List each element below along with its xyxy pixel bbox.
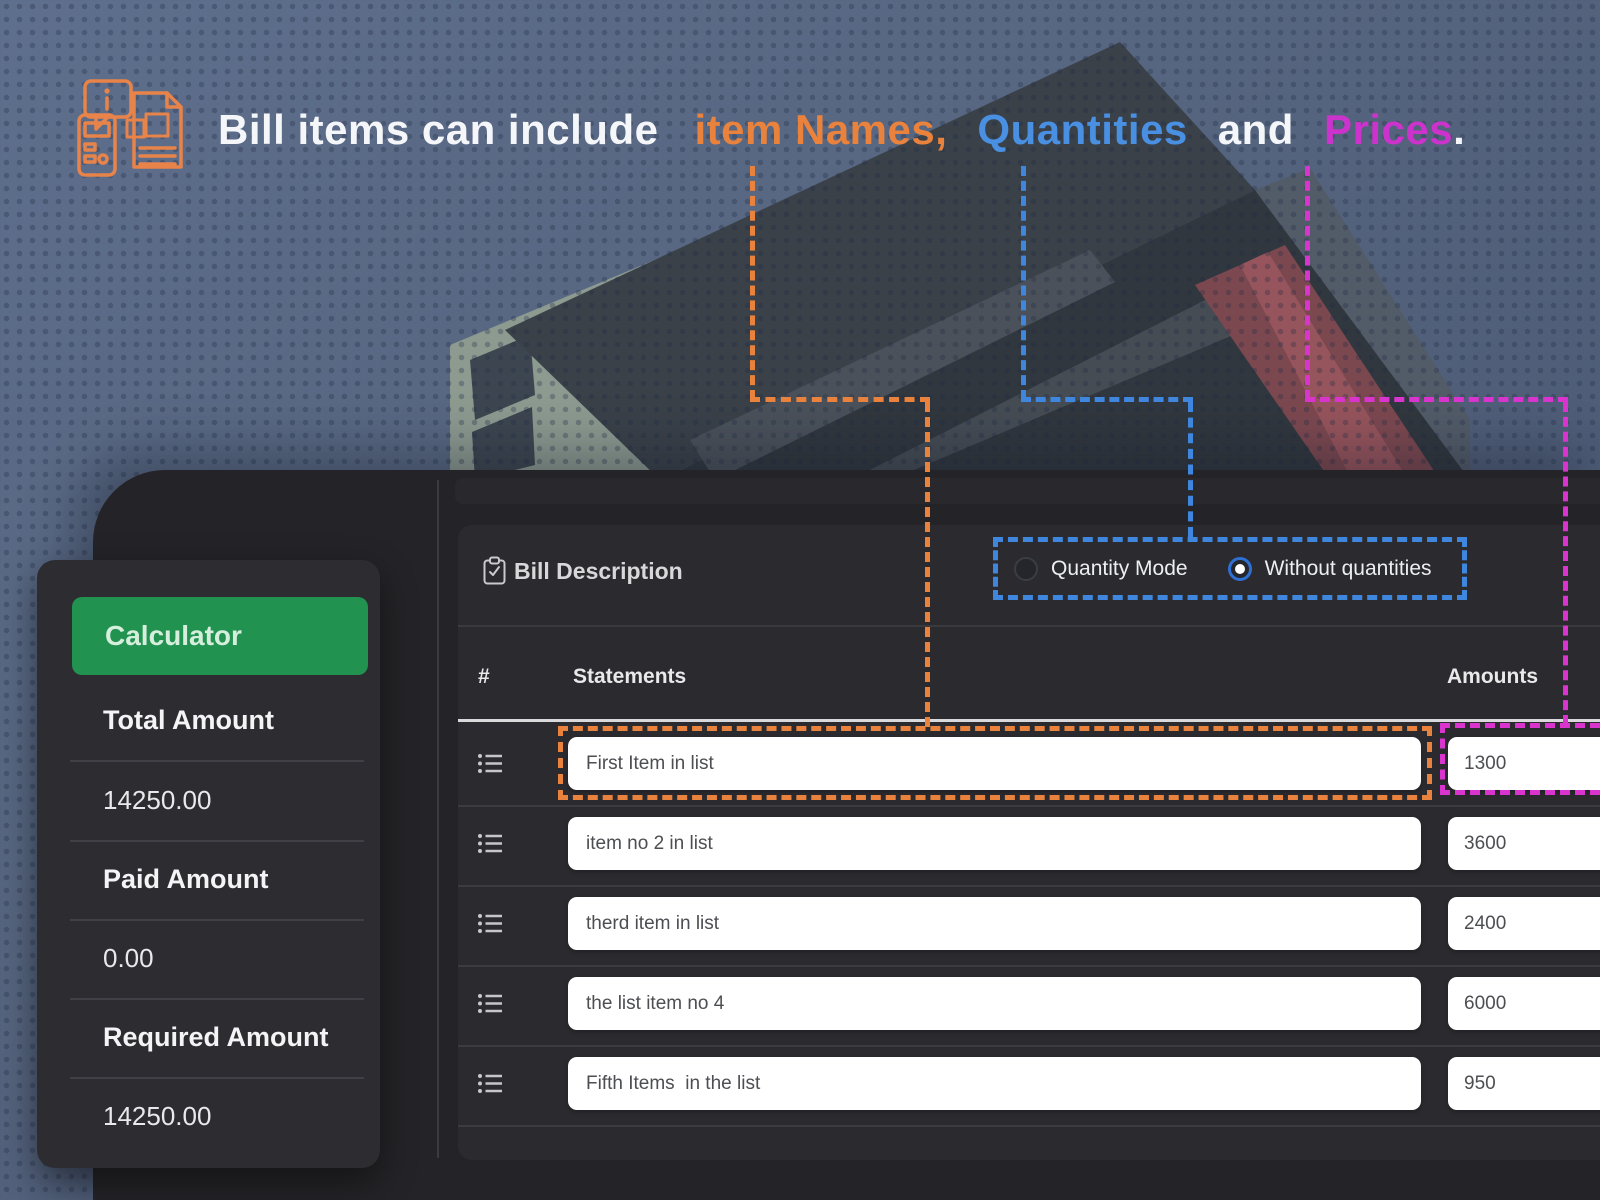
bill-description-title: Bill Description bbox=[514, 558, 683, 585]
divider bbox=[458, 625, 1600, 627]
divider bbox=[70, 1077, 364, 1079]
statement-input[interactable]: item no 2 in list bbox=[568, 817, 1421, 870]
paid-amount-label: Paid Amount bbox=[103, 859, 269, 899]
required-amount-value: 14250.00 bbox=[103, 1096, 211, 1136]
total-amount-label: Total Amount bbox=[103, 700, 274, 740]
app-panel-top-strip bbox=[455, 478, 1600, 504]
divider bbox=[70, 760, 364, 762]
row-divider bbox=[458, 805, 1600, 807]
panel-divider bbox=[437, 480, 439, 1158]
without-quantities-radio[interactable] bbox=[1228, 557, 1252, 581]
statement-input[interactable]: therd item in list bbox=[568, 897, 1421, 950]
clipboard-check-icon bbox=[482, 556, 507, 586]
headline-prices: Prices bbox=[1324, 106, 1453, 154]
quantity-mode-radio[interactable] bbox=[1014, 557, 1038, 581]
amount-input[interactable]: 1300 bbox=[1448, 737, 1600, 790]
table-header-underline bbox=[458, 719, 1600, 722]
drag-handle-icon[interactable] bbox=[477, 752, 503, 775]
headline-period: . bbox=[1453, 106, 1465, 154]
statement-input[interactable]: the list item no 4 bbox=[568, 977, 1421, 1030]
without-quantities-label: Without quantities bbox=[1265, 557, 1432, 581]
quantity-mode-option[interactable]: Quantity Mode bbox=[1014, 557, 1188, 581]
without-quantities-option[interactable]: Without quantities bbox=[1228, 557, 1432, 581]
table-row: therd item in list 2400 bbox=[458, 897, 1600, 977]
amount-input[interactable]: 6000 bbox=[1448, 977, 1600, 1030]
table-row: item no 2 in list 3600 bbox=[458, 817, 1600, 897]
row-divider bbox=[458, 1125, 1600, 1127]
bill-panel: Bill Description # Statements Amounts Fi… bbox=[458, 525, 1600, 1160]
quantity-mode-group: Quantity Mode Without quantities bbox=[993, 537, 1467, 600]
row-divider bbox=[458, 1045, 1600, 1047]
headline-and: and bbox=[1218, 106, 1294, 154]
drag-handle-icon[interactable] bbox=[477, 1072, 503, 1095]
drag-handle-icon[interactable] bbox=[477, 912, 503, 935]
headline-item-names: item Names, bbox=[694, 106, 947, 154]
bill-items-icon bbox=[76, 78, 206, 178]
amount-input[interactable]: 2400 bbox=[1448, 897, 1600, 950]
statement-input[interactable]: First Item in list bbox=[568, 737, 1421, 790]
building-photo bbox=[0, 0, 1600, 480]
statement-input[interactable]: Fifth Items in the list bbox=[568, 1057, 1421, 1110]
column-header-number: # bbox=[478, 665, 490, 689]
calculator-sidebar: Calculator Total Amount 14250.00 Paid Am… bbox=[37, 560, 380, 1168]
amount-input[interactable]: 3600 bbox=[1448, 817, 1600, 870]
divider bbox=[70, 998, 364, 1000]
column-header-amounts: Amounts bbox=[1447, 665, 1538, 689]
headline-intro: Bill items can include bbox=[218, 106, 658, 154]
divider bbox=[70, 919, 364, 921]
divider bbox=[70, 840, 364, 842]
amount-input[interactable]: 950 bbox=[1448, 1057, 1600, 1110]
paid-amount-value: 0.00 bbox=[103, 938, 154, 978]
column-header-statements: Statements bbox=[573, 665, 686, 689]
table-row: Fifth Items in the list 950 bbox=[458, 1057, 1600, 1137]
headline: Bill items can include item Names, Quant… bbox=[218, 106, 1465, 154]
calculator-button[interactable]: Calculator bbox=[72, 597, 368, 675]
drag-handle-icon[interactable] bbox=[477, 832, 503, 855]
table-row: First Item in list 1300 bbox=[458, 737, 1600, 817]
table-row: the list item no 4 6000 bbox=[458, 977, 1600, 1057]
total-amount-value: 14250.00 bbox=[103, 780, 211, 820]
headline-quantities: Quantities bbox=[977, 106, 1187, 154]
quantity-mode-label: Quantity Mode bbox=[1051, 557, 1188, 581]
row-divider bbox=[458, 885, 1600, 887]
row-divider bbox=[458, 965, 1600, 967]
drag-handle-icon[interactable] bbox=[477, 992, 503, 1015]
bill-items-list: First Item in list 1300 item no 2 in lis… bbox=[458, 737, 1600, 1137]
required-amount-label: Required Amount bbox=[103, 1017, 329, 1057]
